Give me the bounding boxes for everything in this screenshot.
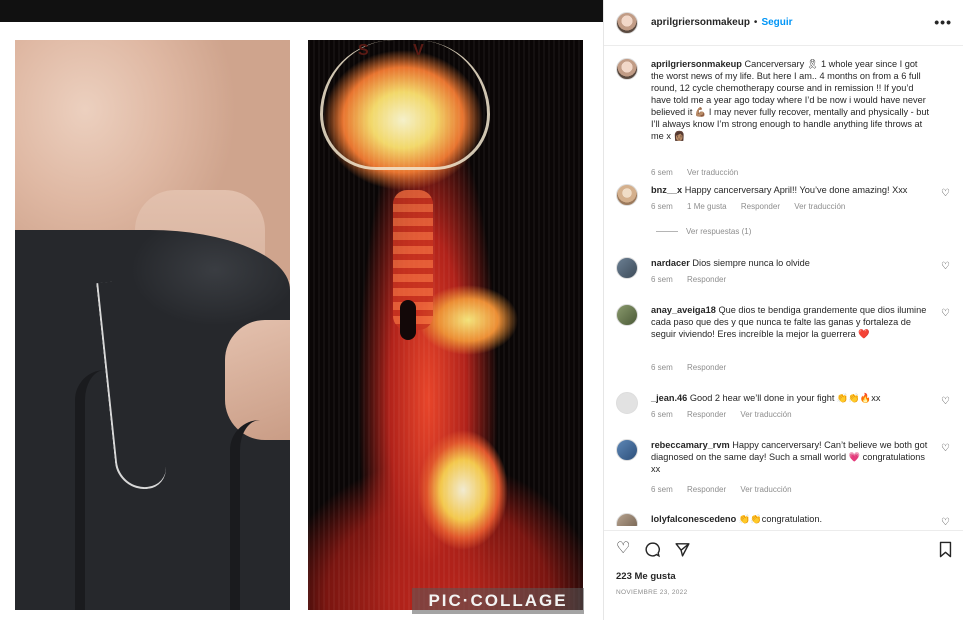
comments-panel: aprilgriersonmakeup • Seguir ••• aprilgr… [603,0,963,620]
scan-letters: S V [358,42,444,59]
comment-item: rebeccamary_rvm Happy cancerversary! Can… [616,439,956,499]
commenter-avatar[interactable] [616,184,638,206]
commenter-avatar[interactable] [616,257,638,279]
comment-like-heart-icon[interactable]: ♡ [941,443,950,454]
comment-body: _jean.46 Good 2 hear we’ll done in your … [651,392,931,404]
caption-text: Cancerversary 🎗 1 whole year since I got… [651,59,929,141]
comment-meta: 6 sem Responder [651,363,738,372]
likes-count[interactable]: 223 Me gusta [616,571,676,582]
commenter-username[interactable]: _jean.46 [651,393,687,403]
reply-link[interactable]: Responder [687,410,726,419]
comment-text: Good 2 hear we’ll done in your fight 👏👏🔥… [689,393,881,403]
share-plane-svg [675,543,690,557]
comment-meta: 6 sem 1 Me gusta Responder Ver traducció… [651,202,857,211]
comment-time: 6 sem [651,202,673,211]
comment-body: bnz__x Happy cancerversary April!! You’v… [651,184,931,196]
comment-body: lolyfalconescedeno 👏👏congratulation. [651,513,931,525]
author-avatar[interactable] [616,11,638,34]
like-heart-icon[interactable]: ♡ [616,541,630,557]
comment-bubble-svg [645,542,660,558]
translate-link[interactable]: Ver traducción [794,202,845,211]
comment-body: anay_aveiga18 Que dios te bendiga grande… [651,304,931,340]
comment-item: _jean.46 Good 2 hear we’ll done in your … [616,392,956,428]
caption-time: 6 sem [651,168,673,177]
caption-translate-link[interactable]: Ver traducción [687,168,738,177]
more-options-icon[interactable]: ••• [934,14,952,30]
commenter-avatar[interactable] [616,392,638,414]
comment-body: nardacer Dios siempre nunca lo olvide [651,257,931,269]
caption-avatar[interactable] [616,58,638,80]
comment-item: lolyfalconescedeno 👏👏congratulation. ♡ [616,513,956,526]
airway [400,300,416,340]
comment-like-heart-icon[interactable]: ♡ [941,308,950,319]
comment-icon[interactable] [644,541,661,562]
view-replies[interactable]: Ver respuestas (1) [656,227,751,236]
separator-dot: • [753,17,758,28]
pet-scan-image: S V [308,40,583,610]
commenter-avatar[interactable] [616,304,638,326]
comment-item: anay_aveiga18 Que dios te bendiga grande… [616,304,956,379]
commenter-avatar[interactable] [616,439,638,461]
translate-link[interactable]: Ver traducción [740,485,791,494]
caption-username[interactable]: aprilgriersonmakeup [651,59,742,69]
collage-watermark: PIC·COLLAGE [412,588,584,614]
caption-meta: 6 sem Ver traducción [651,168,750,177]
comments-list[interactable]: aprilgriersonmakeup Cancerversary 🎗 1 wh… [604,46,963,526]
post-media: S V PIC·COLLAGE [0,0,603,620]
view-replies-label[interactable]: Ver respuestas (1) [686,227,751,236]
commenter-username[interactable]: rebeccamary_rvm [651,440,730,450]
commenter-username[interactable]: anay_aveiga18 [651,305,716,315]
translate-link[interactable]: Ver traducción [740,410,791,419]
share-icon[interactable] [674,541,691,562]
commenter-username[interactable]: bnz__x [651,185,682,195]
comment-like-heart-icon[interactable]: ♡ [941,396,950,407]
comment-like-heart-icon[interactable]: ♡ [941,517,950,526]
author-username[interactable]: aprilgriersonmakeup [651,17,750,28]
media-top-bar [0,0,603,22]
comment-meta: 6 sem Responder Ver traducción [651,485,804,494]
follow-button[interactable]: Seguir [761,17,792,28]
comment-like-heart-icon[interactable]: ♡ [941,261,950,272]
selfie-photo [15,40,290,610]
comment-meta: 6 sem Responder Ver traducción [651,410,804,419]
comment-text: Dios siempre nunca lo olvide [692,258,810,268]
commenter-avatar[interactable] [616,513,638,526]
post-date: NOVIEMBRE 23, 2022 [616,589,688,596]
hoodie-string-left [75,370,105,610]
commenter-username[interactable]: lolyfalconescedeno [651,514,736,524]
comment-item: bnz__x Happy cancerversary April!! You’v… [616,184,956,254]
comment-like-heart-icon[interactable]: ♡ [941,188,950,199]
replies-line [656,231,678,233]
reply-link[interactable]: Responder [741,202,780,211]
reply-link[interactable]: Responder [687,275,726,284]
action-bar: ♡ [604,530,963,570]
reply-link[interactable]: Responder [687,485,726,494]
comment-time: 6 sem [651,363,673,372]
caption: aprilgriersonmakeup Cancerversary 🎗 1 wh… [616,58,956,177]
reply-link[interactable]: Responder [687,363,726,372]
bookmark-icon[interactable] [938,541,953,562]
commenter-username[interactable]: nardacer [651,258,690,268]
instagram-post-window: S V PIC·COLLAGE aprilgriersonmakeup • Se… [0,0,963,620]
comment-item: nardacer Dios siempre nunca lo olvide 6 … [616,257,956,297]
bookmark-svg [939,541,952,558]
comment-likes[interactable]: 1 Me gusta [687,202,727,211]
comment-time: 6 sem [651,275,673,284]
post-header: aprilgriersonmakeup • Seguir ••• [604,0,963,46]
caption-body: aprilgriersonmakeup Cancerversary 🎗 1 wh… [651,58,931,142]
comment-body: rebeccamary_rvm Happy cancerversary! Can… [651,439,931,475]
comment-time: 6 sem [651,485,673,494]
hoodie-string-right [230,420,260,610]
comment-text: Happy cancerversary April!! You’ve done … [684,185,908,195]
comment-text: 👏👏congratulation. [738,514,822,524]
comment-time: 6 sem [651,410,673,419]
comment-meta: 6 sem Responder [651,275,738,284]
